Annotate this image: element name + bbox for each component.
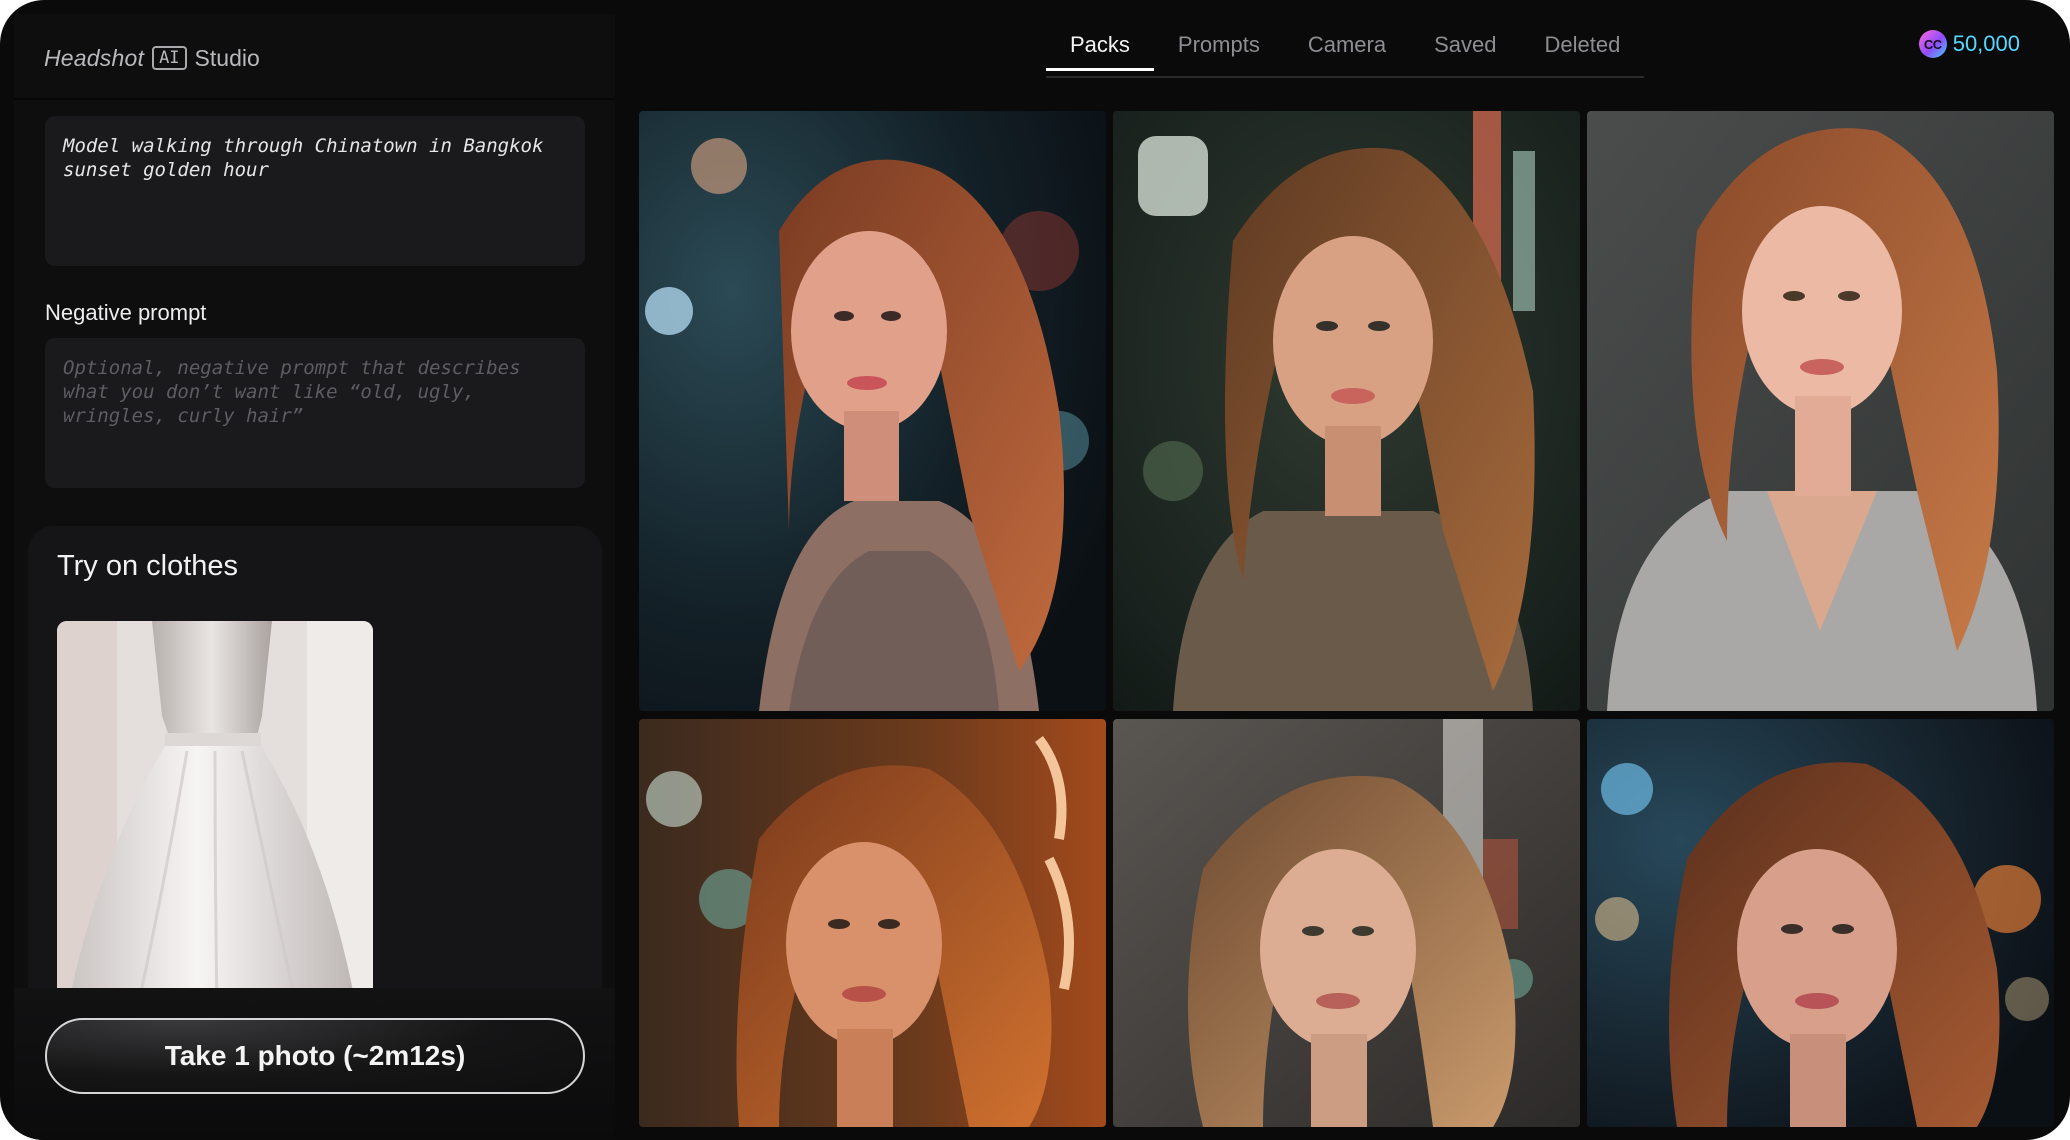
credits-icon: CC — [1918, 30, 1947, 58]
gallery-photo[interactable] — [1587, 111, 2054, 711]
credits-balance[interactable]: CC 50,000 — [1918, 30, 2020, 58]
negative-prompt-input[interactable]: Optional, negative prompt that describes… — [45, 338, 585, 488]
brand-ai-badge: AI — [152, 46, 187, 70]
app-window: Headshot AI Studio Model walking through… — [0, 0, 2070, 1140]
gallery-photo[interactable] — [639, 111, 1106, 711]
tab-bar: Packs Prompts Camera Saved Deleted — [1046, 26, 1645, 78]
photo-gallery — [639, 111, 2055, 1127]
brand-name-prefix: Headshot — [44, 44, 145, 71]
brand-name-suffix: Studio — [194, 44, 260, 71]
gallery-photo[interactable] — [1113, 719, 1580, 1127]
tab-saved[interactable]: Saved — [1410, 26, 1520, 68]
garment-image[interactable] — [57, 621, 373, 1011]
negative-prompt-label: Negative prompt — [45, 300, 207, 325]
sidebar-header-divider — [14, 98, 615, 100]
credits-amount: 50,000 — [1952, 31, 2020, 56]
try-on-clothes-panel: Try on clothes — [28, 526, 602, 1046]
take-photo-button[interactable]: Take 1 photo (~2m12s) — [45, 1018, 585, 1094]
gallery-photo[interactable] — [639, 719, 1106, 1127]
gallery-photo[interactable] — [1113, 111, 1580, 711]
tab-camera[interactable]: Camera — [1284, 26, 1410, 68]
gallery-photo[interactable] — [1587, 719, 2054, 1127]
try-on-title: Try on clothes — [57, 550, 239, 582]
tab-prompts[interactable]: Prompts — [1154, 26, 1284, 68]
prompt-input[interactable]: Model walking through Chinatown in Bangk… — [45, 116, 585, 266]
tab-deleted[interactable]: Deleted — [1520, 26, 1644, 68]
tab-packs[interactable]: Packs — [1046, 26, 1154, 71]
brand-logo: Headshot AI Studio — [44, 40, 260, 76]
